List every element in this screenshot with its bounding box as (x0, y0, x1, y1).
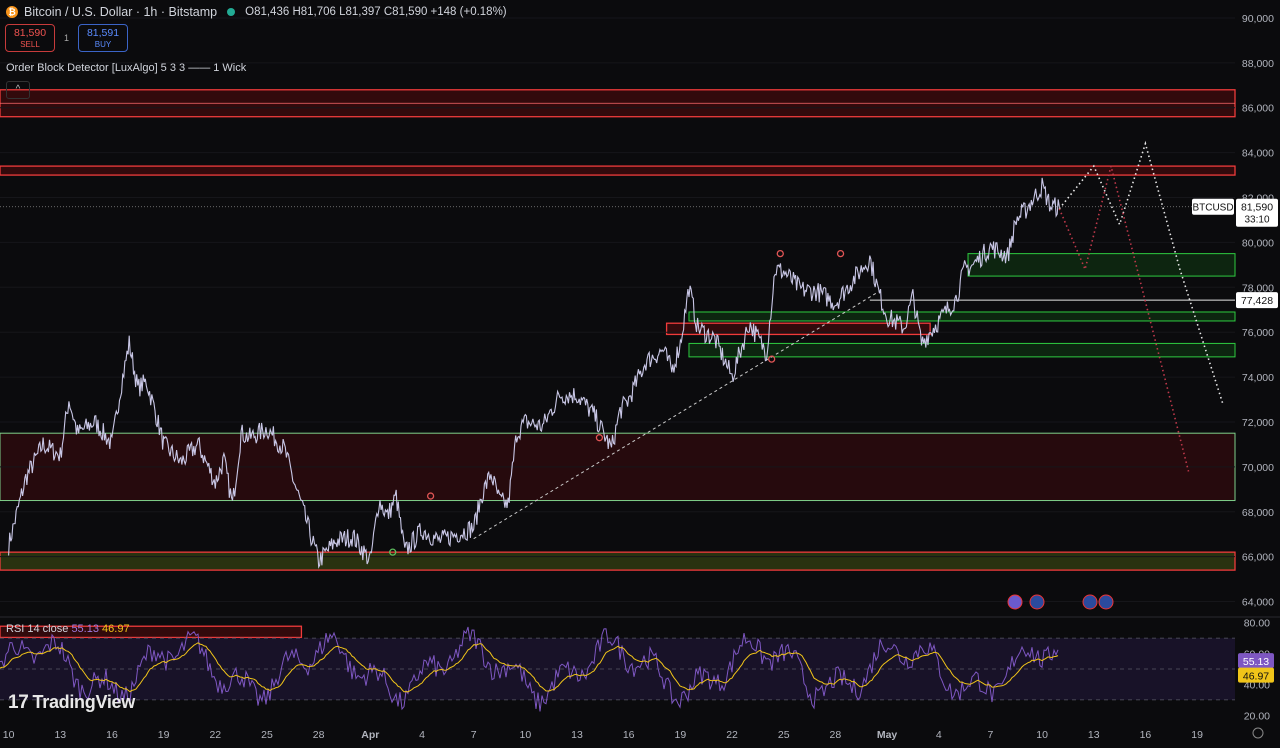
sell-price: 81,590 (13, 27, 47, 39)
rsi-value: 55.13 (71, 623, 99, 635)
time-tick-label: 4 (936, 729, 942, 741)
time-tick-label: 16 (106, 729, 118, 741)
time-tick-label: Apr (361, 729, 379, 741)
time-tick-label: 13 (54, 729, 66, 741)
sell-button[interactable]: 81,590 SELL (5, 24, 55, 52)
price-tick-label: 76,000 (1242, 327, 1274, 339)
projection-paths (1007, 140, 1224, 610)
ohlc-values: O81,436 H81,706 L81,397 C81,590 +148 (+0… (245, 6, 507, 18)
price-line (8, 177, 1060, 569)
settings-gear-icon (1252, 727, 1264, 739)
last-price-badge: 81,590 (1241, 202, 1273, 214)
time-tick-label: May (877, 729, 898, 741)
price-tick-label: 72,000 (1242, 417, 1274, 429)
rsi-ma-badge: 46.97 (1243, 671, 1269, 683)
time-tick-label: 13 (571, 729, 583, 741)
time-tick-label: 13 (1088, 729, 1100, 741)
buy-price: 81,591 (86, 27, 120, 39)
bullish-order-block (688, 342, 1236, 358)
bearish-order-block (0, 165, 1236, 176)
price-tick-label: 74,000 (1242, 372, 1274, 384)
symbol-badge: BTCUSD (1192, 203, 1233, 214)
indicator-legend[interactable]: Order Block Detector [LuxAlgo] 5 3 3 —— … (6, 62, 246, 74)
pivot-marker (836, 249, 845, 258)
price-tick-label: 70,000 (1242, 462, 1274, 474)
bearish-order-block (0, 551, 1236, 571)
symbol-header[interactable]: ₿ Bitcoin / U.S. Dollar · 1h · Bitstamp … (6, 3, 507, 21)
buy-button[interactable]: 81,591 BUY (78, 24, 128, 52)
rsi-legend[interactable]: RSI 14 close 55.13 46.97 (6, 623, 130, 635)
economic-event-flag-icon (1082, 594, 1098, 610)
market-open-dot-icon (227, 8, 236, 16)
economic-event-flag-icon (1007, 594, 1023, 610)
level-badge: 77,428 (1241, 295, 1273, 307)
time-tick-label: 10 (3, 729, 15, 741)
rsi-tick-label: 80.00 (1244, 618, 1270, 630)
time-tick-label: 25 (261, 729, 273, 741)
time-tick-label: 22 (209, 729, 221, 741)
pivot-marker (776, 249, 784, 258)
tradingview-logo[interactable]: 17 TradingView (8, 692, 135, 714)
time-tick-label: 25 (778, 729, 790, 741)
countdown-badge: 33:10 (1244, 215, 1269, 226)
economic-event-flag-icon (1029, 594, 1045, 610)
time-tick-label: 10 (520, 729, 532, 741)
price-tick-label: 66,000 (1242, 552, 1274, 564)
price-tick-label: 80,000 (1242, 237, 1274, 249)
tradingview-mark-icon: 17 (8, 692, 29, 713)
time-axis: 10 13 16 19 22 25 28 Apr 4 7 10 13 16 19 22 25 28 May 4 7 10… (3, 727, 1264, 741)
time-tick-label: 7 (471, 729, 477, 741)
collapse-legend-chevron-icon[interactable]: ^ (6, 81, 30, 99)
price-tick-label: 90,000 (1242, 13, 1274, 25)
time-tick-label: 16 (1140, 729, 1152, 741)
chart-canvas[interactable]: 64,000 66,000 68,000 70,000 72,000 74,000 76,0… (0, 0, 1280, 748)
time-tick-label: 19 (675, 729, 687, 741)
time-tick-label: 19 (158, 729, 170, 741)
price-tick-label: 68,000 (1242, 507, 1274, 519)
bearish-order-block (665, 322, 931, 336)
price-tick-label: 86,000 (1242, 103, 1274, 115)
price-tick-label: 88,000 (1242, 58, 1274, 70)
buy-label: BUY (94, 40, 112, 49)
rsi-name: RSI 14 close (6, 623, 69, 635)
time-tick-label: 19 (1191, 729, 1203, 741)
symbol-title[interactable]: Bitcoin / U.S. Dollar · 1h · Bitstamp (24, 5, 217, 19)
price-tick-label: 84,000 (1242, 148, 1274, 160)
rsi-ma-value: 46.97 (102, 623, 130, 635)
time-tick-label: 7 (987, 729, 993, 741)
time-tick-label: 10 (1036, 729, 1048, 741)
logo-text: TradingView (32, 692, 136, 712)
order-block-zones (0, 89, 1236, 639)
time-tick-label: 28 (313, 729, 325, 741)
time-tick-label: 28 (830, 729, 842, 741)
bitcoin-icon: ₿ (6, 6, 18, 18)
spread-value: 1 (64, 33, 70, 43)
time-tick-label: 22 (726, 729, 738, 741)
price-axis: 64,000 66,000 68,000 70,000 72,000 74,000 76,0… (1242, 13, 1274, 722)
price-series (0, 177, 1235, 569)
time-tick-label: 4 (419, 729, 425, 741)
economic-event-flag-icon (1098, 594, 1114, 610)
rsi-tick-label: 20.00 (1244, 710, 1270, 722)
rsi-badge: 55.13 (1243, 656, 1269, 668)
price-tick-label: 64,000 (1242, 597, 1274, 609)
time-tick-label: 16 (623, 729, 635, 741)
sell-label: SELL (20, 40, 40, 49)
